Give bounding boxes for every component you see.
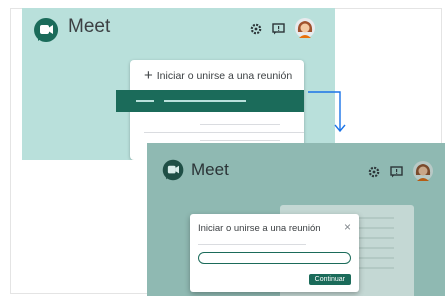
flow-arrow-icon: [300, 84, 350, 141]
meeting-code-input[interactable]: [198, 252, 351, 264]
meet-logo-icon: [161, 158, 185, 187]
menu-item-highlighted[interactable]: [116, 90, 304, 112]
join-meeting-dialog: Iniciar o unirse a una reunión × Continu…: [190, 214, 359, 292]
gear-icon[interactable]: [368, 165, 380, 183]
brand-name: Meet: [191, 160, 229, 179]
close-icon[interactable]: ×: [344, 220, 351, 234]
menu-placeholder-line: [200, 140, 280, 141]
meet-home-panel: Meet + Iniciar o unirse a una reunión: [22, 8, 335, 160]
feedback-icon[interactable]: [272, 22, 285, 40]
brand-name: Meet: [68, 16, 111, 37]
meet-dialog-panel: Meet Iniciar o unirse a una reunión × Co…: [147, 143, 445, 296]
gear-icon[interactable]: [250, 22, 262, 40]
avatar[interactable]: [295, 18, 315, 43]
continue-button[interactable]: Continuar: [308, 274, 351, 285]
feedback-icon[interactable]: [390, 165, 403, 183]
plus-icon: +: [144, 67, 153, 84]
menu-placeholder-line: [200, 124, 280, 125]
menu-item-start-join[interactable]: + Iniciar o unirse a una reunión: [144, 67, 293, 84]
menu-divider: [144, 132, 304, 133]
dialog-title: Iniciar o unirse a una reunión: [198, 223, 321, 234]
meet-logo-icon: [32, 16, 60, 49]
dialog-hint-line: [198, 244, 306, 245]
menu-item-label: Iniciar o unirse a una reunión: [156, 70, 293, 82]
avatar[interactable]: [413, 161, 433, 186]
